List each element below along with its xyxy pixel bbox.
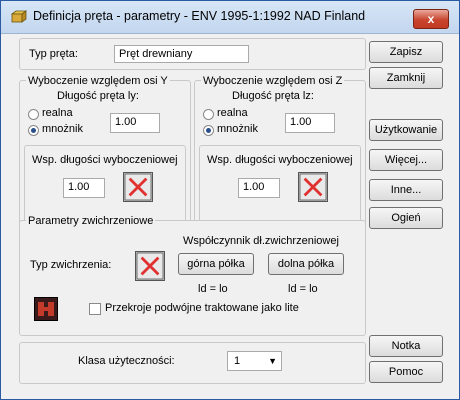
- close-button[interactable]: Zamknij: [369, 67, 443, 89]
- lateral-factor-label: Współczynnik dł.zwichrzeniowej: [183, 235, 339, 247]
- buckling-z-coef-button[interactable]: [298, 172, 328, 202]
- double-section-label: Przekroje podwójne traktowane jako lite: [105, 302, 299, 314]
- title-bar[interactable]: Definicja pręta - parametry - ENV 1995-1…: [1, 1, 459, 34]
- buckling-z-real-radio[interactable]: [203, 109, 214, 120]
- fire-button[interactable]: Ogień: [369, 207, 443, 229]
- buckling-y-factor-radio[interactable]: [28, 125, 39, 136]
- bar-type-label: Typ pręta:: [29, 48, 78, 60]
- close-label: Zamknij: [386, 72, 426, 84]
- buckling-z-factor-label: mnożnik: [217, 123, 258, 135]
- note-button[interactable]: Notka: [369, 335, 443, 357]
- lateral-buckling-panel: Parametry zwichrzeniowe Współczynnik dł.…: [19, 215, 366, 336]
- buckling-y-coef-input[interactable]: 1.00: [63, 178, 105, 198]
- top-flange-formula: ld = lo: [198, 283, 228, 295]
- buckling-y-length-label: Długość pręta ly:: [57, 90, 139, 102]
- buckling-z-factor-radio[interactable]: [203, 125, 214, 136]
- bar-type-field[interactable]: Pręt drewniany: [114, 45, 249, 63]
- buckling-z-real-label: realna: [217, 107, 248, 119]
- buckling-y-real-radio[interactable]: [28, 109, 39, 120]
- bar-type-value: Pręt drewniany: [119, 48, 193, 60]
- close-icon: x: [427, 12, 435, 26]
- double-section-checkbox[interactable]: [89, 303, 101, 315]
- other-label: Inne...: [390, 184, 422, 196]
- more-button[interactable]: Więcej...: [369, 149, 443, 171]
- buckling-y-factor-label: mnożnik: [42, 123, 83, 135]
- app-icon: [11, 10, 27, 23]
- double-section-icon[interactable]: [34, 297, 58, 321]
- dialog-window: Definicja pręta - parametry - ENV 1995-1…: [0, 0, 460, 400]
- chevron-down-icon: ▼: [268, 356, 277, 366]
- bottom-flange-button[interactable]: dolna półka: [268, 253, 344, 275]
- service-class-label: Klasa użyteczności:: [78, 355, 175, 367]
- save-button[interactable]: Zapisz: [369, 41, 443, 63]
- window-close-button[interactable]: x: [413, 9, 449, 29]
- buckling-y-title: Wyboczenie względem osi Y: [26, 75, 170, 87]
- dialog-client: Typ pręta: Pręt drewniany Wyboczenie wzg…: [9, 34, 451, 392]
- buckling-y-coef-button[interactable]: [123, 172, 153, 202]
- more-label: Więcej...: [384, 154, 428, 166]
- other-button[interactable]: Inne...: [369, 179, 443, 201]
- save-label: Zapisz: [389, 46, 423, 58]
- lateral-type-button[interactable]: [135, 251, 165, 281]
- service-class-panel: Klasa użyteczności: 1 ▼: [19, 342, 366, 384]
- top-flange-label: górna półka: [187, 258, 245, 270]
- buckling-y-coef-value: 1.00: [68, 181, 90, 193]
- buckling-z-length-input[interactable]: 1.00: [285, 113, 335, 133]
- buckling-y-real-label: realna: [42, 107, 73, 119]
- service-class-value: 1: [234, 355, 241, 367]
- buckling-z-coef-label: Wsp. długości wyboczeniowej: [207, 154, 353, 166]
- buckling-y-coef-label: Wsp. długości wyboczeniowej: [32, 154, 178, 166]
- help-button[interactable]: Pomoc: [369, 361, 443, 383]
- window-title: Definicja pręta - parametry - ENV 1995-1…: [33, 9, 366, 23]
- usage-label: Użytkowanie: [374, 124, 438, 136]
- usage-button[interactable]: Użytkowanie: [369, 119, 443, 141]
- note-label: Notka: [391, 340, 421, 352]
- fire-label: Ogień: [391, 212, 421, 224]
- buckling-z-length-value: 1.00: [290, 116, 312, 128]
- bar-type-panel: Typ pręta: Pręt drewniany: [19, 38, 366, 70]
- top-flange-button[interactable]: górna półka: [178, 253, 254, 275]
- bottom-flange-label: dolna półka: [277, 258, 335, 270]
- buckling-y-length-input[interactable]: 1.00: [110, 113, 160, 133]
- bottom-flange-formula: ld = lo: [288, 283, 318, 295]
- service-class-select[interactable]: 1 ▼: [227, 351, 282, 371]
- buckling-z-length-label: Długość pręta lz:: [232, 90, 314, 102]
- buckling-z-coef-value: 1.00: [243, 181, 265, 193]
- buckling-z-coef-input[interactable]: 1.00: [238, 178, 280, 198]
- buckling-z-title: Wyboczenie względem osi Z: [201, 75, 345, 87]
- lateral-type-label: Typ zwichrzenia:: [30, 259, 112, 271]
- lateral-title: Parametry zwichrzeniowe: [26, 215, 156, 227]
- help-label: Pomoc: [388, 366, 424, 378]
- buckling-z-panel: Wyboczenie względem osi Z Długość pręta …: [194, 75, 366, 242]
- buckling-y-length-value: 1.00: [115, 116, 137, 128]
